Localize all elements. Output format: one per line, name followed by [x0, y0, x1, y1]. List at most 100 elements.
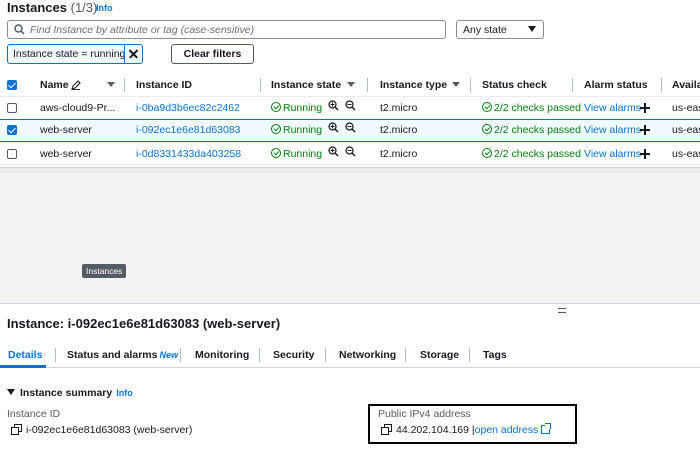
- summary-info-link[interactable]: Info: [116, 388, 133, 398]
- instance-id-value: i-092ec1e6e81d63083 (web-server): [26, 424, 193, 436]
- tab-separator: [259, 348, 260, 362]
- copy-icon[interactable]: [381, 424, 392, 435]
- cell-instance-state: Running: [271, 124, 322, 136]
- tab-storage[interactable]: Storage: [420, 349, 459, 361]
- instance-summary-header[interactable]: Instance summary Info: [7, 387, 133, 399]
- tab-separator: [180, 348, 181, 362]
- column-separator[interactable]: [572, 78, 573, 92]
- panel-splitter[interactable]: [0, 303, 700, 304]
- title-text: Instances: [7, 0, 67, 15]
- column-header-alarm-status[interactable]: Alarm status: [584, 79, 648, 91]
- instance-id-value-row: i-092ec1e6e81d63083 (web-server): [11, 424, 192, 436]
- select-all-checkbox[interactable]: [7, 80, 17, 90]
- tab-details[interactable]: Details: [8, 349, 42, 361]
- sort-caret-icon[interactable]: [347, 82, 355, 87]
- tab-status-label: Status and alarms: [67, 349, 158, 361]
- cell-availability-zone: us-east: [672, 102, 700, 114]
- cell-instance-id-link[interactable]: i-0ba9d3b6ec82c2462: [136, 102, 240, 114]
- tab-tags[interactable]: Tags: [483, 349, 507, 361]
- cell-status-check: 2/2 checks passed: [482, 124, 581, 136]
- check-circle-icon: [271, 148, 281, 158]
- cell-instance-id-link[interactable]: i-092ec1e6e81d63083: [136, 124, 241, 136]
- tab-security[interactable]: Security: [273, 349, 314, 361]
- view-alarms-link[interactable]: View alarms: [584, 148, 641, 160]
- column-header-status-check[interactable]: Status check: [482, 79, 547, 91]
- column-separator[interactable]: [470, 78, 471, 92]
- cell-instance-state: Running: [271, 148, 322, 160]
- zoom-in-icon[interactable]: [328, 100, 339, 111]
- view-alarms-link[interactable]: View alarms: [584, 102, 641, 114]
- caret-down-icon: [528, 26, 536, 32]
- zoom-in-icon[interactable]: [328, 146, 339, 157]
- pencil-icon[interactable]: [71, 80, 81, 90]
- clear-filters-button[interactable]: Clear filters: [171, 44, 254, 64]
- check-circle-icon: [482, 124, 492, 134]
- zoom-out-icon[interactable]: [345, 122, 356, 133]
- cell-instance-type: t2.micro: [380, 102, 418, 114]
- tooltip: Instances: [82, 264, 127, 278]
- cell-instance-state: Running: [271, 102, 322, 114]
- tab-separator: [325, 348, 326, 362]
- cell-name: web-server: [40, 148, 92, 160]
- zoom-out-icon[interactable]: [345, 100, 356, 111]
- page-title: Instances (1/3): [7, 0, 97, 15]
- copy-icon[interactable]: [11, 424, 22, 435]
- column-header-name[interactable]: Name: [40, 79, 69, 91]
- tab-networking[interactable]: Networking: [339, 349, 396, 361]
- public-ipv4-label: Public IPv4 address: [378, 408, 471, 420]
- column-separator[interactable]: [367, 78, 368, 92]
- detail-panel-title: Instance: i-092ec1e6e81d63083 (web-serve…: [7, 316, 281, 331]
- tab-separator: [469, 348, 470, 362]
- filter-token: Instance state = running: [7, 44, 143, 64]
- row-checkbox[interactable]: [7, 103, 17, 113]
- view-alarms-link[interactable]: View alarms: [584, 124, 641, 136]
- check-circle-icon: [271, 124, 281, 134]
- table-row-selected[interactable]: web-server i-092ec1e6e81d63083 Running t…: [0, 119, 700, 142]
- status-text: 2/2 checks passed: [494, 102, 581, 114]
- column-separator[interactable]: [661, 78, 662, 92]
- public-ipv4-value: 44.202.104.169: [396, 424, 469, 436]
- instance-state-select[interactable]: Any state: [456, 20, 544, 39]
- state-text: Running: [283, 124, 323, 136]
- public-ipv4-value-row: 44.202.104.169 |open address: [381, 423, 552, 436]
- close-icon[interactable]: [124, 45, 142, 63]
- column-separator[interactable]: [260, 78, 261, 92]
- zoom-out-icon[interactable]: [345, 146, 356, 157]
- table-header: Name Instance ID Instance state Instance…: [0, 74, 700, 96]
- cell-availability-zone: us-east: [672, 148, 700, 160]
- sort-caret-icon[interactable]: [452, 82, 460, 87]
- add-alarm-icon[interactable]: [640, 149, 650, 159]
- cell-instance-type: t2.micro: [380, 124, 418, 136]
- drag-handle-icon[interactable]: [558, 308, 566, 313]
- info-link[interactable]: Info: [96, 3, 113, 13]
- row-checkbox[interactable]: [7, 149, 17, 159]
- column-separator[interactable]: [124, 78, 125, 92]
- tab-status-and-alarms[interactable]: Status and alarms New: [67, 349, 178, 361]
- column-header-instance-state[interactable]: Instance state: [271, 79, 341, 91]
- row-checkbox[interactable]: [7, 125, 17, 135]
- cell-status-check: 2/2 checks passed: [482, 102, 581, 114]
- search-box[interactable]: [7, 20, 446, 39]
- open-address-link[interactable]: open address: [475, 424, 539, 436]
- tab-separator: [405, 348, 406, 362]
- zoom-in-icon[interactable]: [328, 122, 339, 133]
- cell-name: aws-cloud9-Pr...: [40, 102, 116, 114]
- sort-caret-icon[interactable]: [107, 82, 115, 87]
- state-text: Running: [283, 148, 323, 160]
- add-alarm-icon[interactable]: [640, 125, 650, 135]
- search-input[interactable]: [30, 23, 440, 36]
- filter-token-label: Instance state = running: [13, 48, 126, 60]
- tab-monitoring[interactable]: Monitoring: [195, 349, 249, 361]
- cell-availability-zone: us-east: [672, 124, 700, 136]
- active-tab-indicator: [0, 365, 46, 368]
- tab-separator: [55, 348, 56, 362]
- external-link-icon[interactable]: [541, 423, 552, 434]
- add-alarm-icon[interactable]: [640, 103, 650, 113]
- table-row[interactable]: aws-cloud9-Pr... i-0ba9d3b6ec82c2462 Run…: [0, 96, 700, 119]
- cell-instance-id-link[interactable]: i-0d8331433da403258: [136, 148, 241, 160]
- table-row[interactable]: web-server i-0d8331433da403258 Running t…: [0, 142, 700, 165]
- caret-down-icon: [7, 389, 15, 395]
- column-header-instance-type[interactable]: Instance type: [380, 79, 447, 91]
- column-header-instance-id[interactable]: Instance ID: [136, 79, 192, 91]
- column-header-availability-zone[interactable]: Availa: [672, 79, 700, 91]
